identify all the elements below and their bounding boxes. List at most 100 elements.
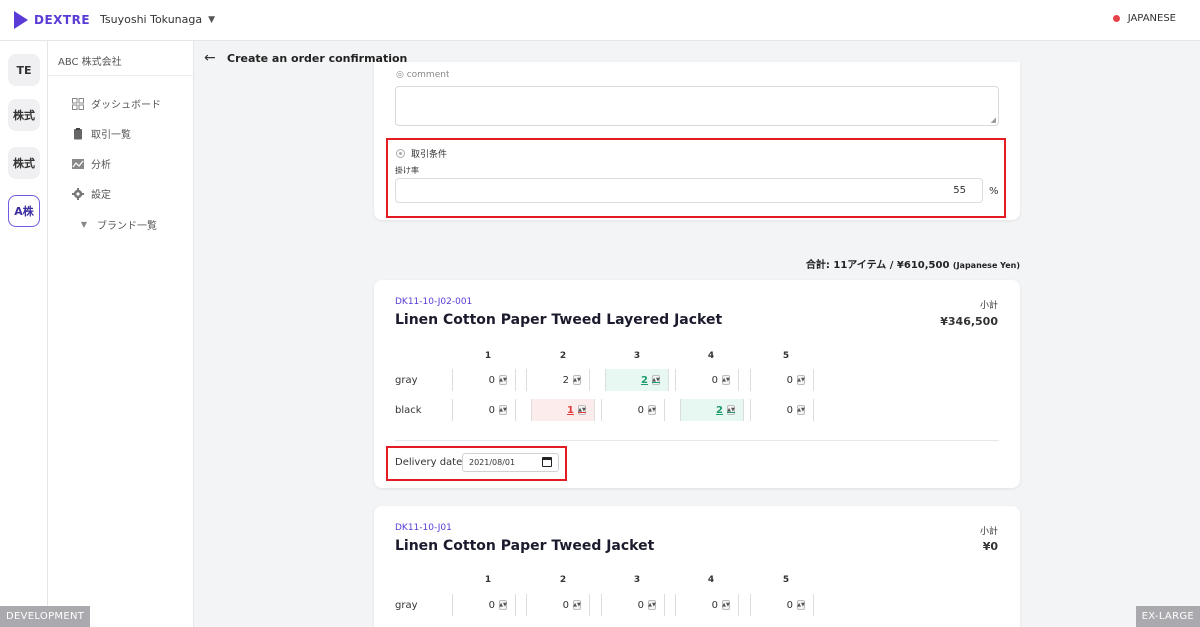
quantity-input[interactable]: 1 ▲▼ bbox=[531, 399, 595, 421]
quantity-input[interactable]: 0 ▲▼ bbox=[601, 594, 665, 616]
quantity-input[interactable]: 0 ▲▼ bbox=[452, 594, 516, 616]
delivery-date-value: 2021/08/01 bbox=[469, 458, 516, 467]
spinner-icon[interactable]: ▲▼ bbox=[499, 405, 507, 415]
spinner-icon[interactable]: ▲▼ bbox=[578, 405, 586, 415]
logo-mark-icon bbox=[14, 11, 28, 29]
quantity-input[interactable]: 0 ▲▼ bbox=[750, 399, 814, 421]
language-switch[interactable]: JAPANESE bbox=[1112, 13, 1176, 24]
rate-input[interactable]: 55 bbox=[395, 178, 983, 203]
back-arrow-icon[interactable]: ← bbox=[204, 50, 216, 66]
rate-value: 55 bbox=[953, 185, 966, 196]
quantity-input[interactable]: 0 ▲▼ bbox=[601, 399, 665, 421]
caret-down-icon: ▼ bbox=[80, 220, 88, 229]
quantity-input[interactable]: 0 ▲▼ bbox=[452, 369, 516, 391]
spinner-icon[interactable]: ▲▼ bbox=[499, 375, 507, 385]
quantity-input[interactable]: 2 ▲▼ bbox=[526, 369, 590, 391]
language-label: JAPANESE bbox=[1127, 13, 1176, 24]
size-header: 5 bbox=[782, 575, 790, 585]
color-label: gray bbox=[395, 600, 418, 611]
breakpoint-badge: EX-LARGE bbox=[1135, 606, 1200, 627]
quantity-value: 1 bbox=[567, 404, 574, 416]
spinner-icon[interactable]: ▲▼ bbox=[727, 405, 735, 415]
sidebar-item-dashboard[interactable]: ダッシュボード bbox=[72, 96, 161, 111]
order-total-text: 合計: 11アイテム / ¥610,500 bbox=[805, 260, 950, 271]
comment-textarea[interactable]: ◢ bbox=[395, 86, 999, 126]
spinner-icon[interactable]: ▲▼ bbox=[648, 600, 656, 610]
workspace-item-te[interactable]: TE bbox=[8, 54, 40, 86]
spinner-icon[interactable]: ▲▼ bbox=[573, 600, 581, 610]
spinner-icon[interactable]: ▲▼ bbox=[797, 375, 805, 385]
quantity-value: 0 bbox=[488, 374, 495, 386]
spinner-icon[interactable]: ▲▼ bbox=[499, 600, 507, 610]
sidebar-item-label: ブランド一覧 bbox=[97, 221, 157, 232]
delivery-date-input[interactable]: 2021/08/01 bbox=[462, 453, 559, 472]
color-label: black bbox=[395, 405, 422, 416]
quantity-input[interactable]: 0 ▲▼ bbox=[750, 594, 814, 616]
size-header: 5 bbox=[782, 351, 790, 361]
rate-label: 掛け率 bbox=[395, 166, 419, 175]
sidebar-item-label: 設定 bbox=[91, 190, 111, 201]
resize-grip-icon[interactable]: ◢ bbox=[991, 116, 996, 124]
spinner-icon[interactable]: ▲▼ bbox=[722, 375, 730, 385]
spinner-icon[interactable]: ▲▼ bbox=[652, 375, 660, 385]
workspace-rail: TE 株式 株式 A株 bbox=[0, 41, 48, 627]
dashboard-icon bbox=[72, 97, 84, 110]
delivery-date-label: Delivery date bbox=[395, 457, 463, 468]
size-header: 3 bbox=[633, 575, 641, 585]
spinner-icon[interactable]: ▲▼ bbox=[722, 600, 730, 610]
sidebar-item-settings[interactable]: 設定 bbox=[72, 186, 111, 201]
color-label: gray bbox=[395, 375, 418, 386]
workspace-item-kabushiki-1[interactable]: 株式 bbox=[8, 99, 40, 131]
size-header: 2 bbox=[559, 351, 567, 361]
size-header: 3 bbox=[633, 351, 641, 361]
subtotal-value: ¥0 bbox=[982, 540, 998, 553]
terms-radio[interactable]: 取引条件 bbox=[396, 147, 447, 160]
quantity-input[interactable]: 0 ▲▼ bbox=[452, 399, 516, 421]
logo-text: DEXTRE bbox=[34, 13, 91, 27]
workspace-item-kabushiki-2[interactable]: 株式 bbox=[8, 147, 40, 179]
size-header: 4 bbox=[707, 351, 715, 361]
size-header: 4 bbox=[707, 575, 715, 585]
quantity-input[interactable]: 0 ▲▼ bbox=[675, 594, 739, 616]
user-menu[interactable]: Tsuyoshi Tokunaga ▼ bbox=[100, 13, 215, 26]
spinner-icon[interactable]: ▲▼ bbox=[573, 375, 581, 385]
calendar-icon[interactable] bbox=[542, 457, 552, 467]
comment-label-clipped: ◎ comment bbox=[396, 70, 450, 78]
quantity-input[interactable]: 2 ▲▼ bbox=[680, 399, 744, 421]
sidebar-item-analysis[interactable]: 分析 bbox=[72, 156, 111, 171]
terms-label: 取引条件 bbox=[411, 150, 448, 160]
company-name: ABC 株式会社 bbox=[58, 57, 122, 68]
quantity-input[interactable]: 2 ▲▼ bbox=[605, 369, 669, 391]
subtotal-value: ¥346,500 bbox=[940, 315, 998, 328]
sidebar-item-brands[interactable]: ▼ ブランド一覧 bbox=[78, 217, 157, 232]
logo[interactable]: DEXTRE bbox=[14, 11, 90, 29]
user-name: Tsuyoshi Tokunaga bbox=[100, 13, 203, 26]
quantity-value: 0 bbox=[786, 374, 793, 386]
subtotal-label: 小計 bbox=[979, 301, 998, 311]
workspace-item-a-kabushiki[interactable]: A株 bbox=[8, 195, 40, 227]
gear-icon bbox=[72, 187, 84, 200]
product-name: Linen Cotton Paper Tweed Jacket bbox=[395, 538, 655, 554]
size-header: 1 bbox=[484, 575, 492, 585]
radio-icon bbox=[396, 149, 405, 158]
spinner-icon[interactable]: ▲▼ bbox=[797, 405, 805, 415]
quantity-value: 0 bbox=[488, 599, 495, 611]
card-divider bbox=[395, 440, 999, 441]
language-dot-icon bbox=[1112, 15, 1120, 22]
sidebar-item-label: 分析 bbox=[91, 160, 111, 171]
spinner-icon[interactable]: ▲▼ bbox=[797, 600, 805, 610]
product-name: Linen Cotton Paper Tweed Layered Jacket bbox=[395, 312, 723, 328]
top-bar: DEXTRE Tsuyoshi Tokunaga ▼ JAPANESE bbox=[0, 0, 1200, 41]
spinner-icon[interactable]: ▲▼ bbox=[648, 405, 656, 415]
quantity-value: 0 bbox=[488, 404, 495, 416]
quantity-input[interactable]: 0 ▲▼ bbox=[750, 369, 814, 391]
sidebar-item-transactions[interactable]: 取引一覧 bbox=[72, 126, 131, 141]
quantity-input[interactable]: 0 ▲▼ bbox=[675, 369, 739, 391]
size-header: 2 bbox=[559, 575, 567, 585]
product-card: DK11-10-J01 Linen Cotton Paper Tweed Jac… bbox=[374, 506, 1020, 627]
caret-down-icon: ▼ bbox=[208, 14, 216, 25]
clipboard-icon bbox=[72, 127, 84, 140]
quantity-input[interactable]: 0 ▲▼ bbox=[526, 594, 590, 616]
environment-badge: DEVELOPMENT bbox=[0, 606, 91, 627]
sidebar-item-label: 取引一覧 bbox=[91, 130, 131, 141]
